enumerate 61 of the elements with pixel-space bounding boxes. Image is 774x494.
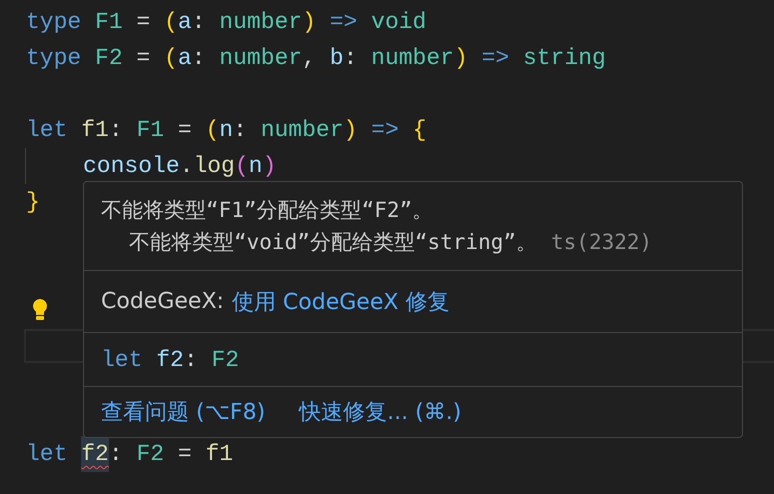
lightbulb-icon[interactable] (32, 298, 48, 322)
code-token: { (412, 116, 426, 145)
code-token: void (371, 8, 426, 37)
code-token: = (135, 44, 152, 73)
provider-label: CodeGeeX: (101, 289, 224, 314)
code-token: => (371, 116, 400, 145)
code-token: ( (205, 116, 220, 145)
code-token: let (26, 116, 68, 145)
code-token: = (176, 116, 193, 145)
code-token: ) (262, 152, 276, 181)
code-token: : (192, 8, 206, 37)
code-token: console (83, 152, 180, 181)
code-token: type (26, 44, 82, 73)
code-token: f2 (156, 346, 184, 372)
code-token: : (108, 440, 124, 469)
code-token: F1 (95, 8, 123, 37)
code-token: ) (344, 116, 358, 145)
error-message: 不能将类型“F1”分配给类型“F2”。 (101, 198, 434, 222)
code-token: ( (234, 152, 249, 181)
code-token: => (330, 8, 358, 37)
code-token: number (219, 8, 302, 37)
code-token: f2 (81, 436, 109, 472)
code-token: : (233, 116, 248, 145)
code-token: a (178, 44, 192, 73)
code-token: = (135, 8, 152, 37)
code-token: type (26, 8, 82, 37)
code-token: . (180, 152, 194, 181)
code-token: , (302, 44, 317, 73)
code-token: } (26, 188, 40, 217)
code-token: number (260, 116, 344, 145)
code-token: : (344, 44, 358, 73)
code-token: F1 (136, 116, 164, 145)
code-token: ) (302, 8, 317, 37)
code-token: => (482, 44, 510, 73)
code-token: = (176, 440, 193, 469)
code-token: f1 (81, 116, 109, 145)
action-link[interactable]: 查看问题 (⌥F8) (101, 397, 266, 427)
code-token: string (523, 44, 606, 73)
code-token: b (330, 44, 344, 73)
code-token: : (192, 44, 206, 73)
code-token: ) (454, 44, 469, 73)
code-token: f1 (205, 440, 234, 469)
code-token: : (184, 346, 199, 372)
code-token: F2 (211, 346, 240, 372)
code-token: n (248, 152, 262, 181)
error-message: 不能将类型“void”分配给类型“string”。 (129, 230, 538, 254)
code-token: a (178, 8, 192, 37)
code-token: let (101, 346, 144, 372)
code-token: : (108, 116, 124, 145)
code-token: log (193, 152, 235, 181)
code-token: n (219, 116, 234, 145)
fix-link[interactable]: 使用 CodeGeeX 修复 (232, 286, 450, 316)
code-token: ( (164, 44, 178, 73)
code-token: number (219, 44, 302, 73)
error-code: ts(2322) (551, 230, 652, 254)
code-token: F2 (136, 440, 164, 469)
code-token: let (26, 440, 68, 469)
action-link[interactable]: 快速修复... (⌘.) (299, 397, 462, 427)
code-token: number (371, 44, 454, 73)
code-token: ( (164, 8, 178, 37)
code-token: F2 (95, 44, 123, 73)
